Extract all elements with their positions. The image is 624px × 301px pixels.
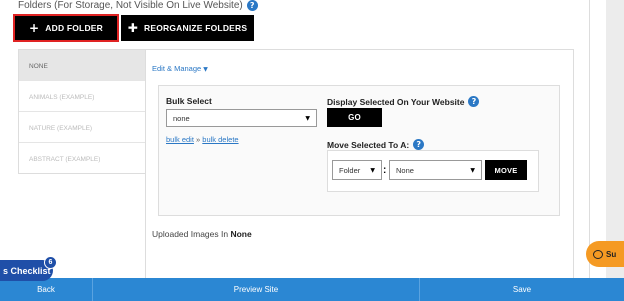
edit-manage-label: Edit & Manage — [152, 64, 202, 73]
caret-down-icon: ▼ — [370, 166, 375, 174]
move-target-value: None — [396, 165, 414, 175]
help-icon[interactable]: ? — [468, 96, 480, 107]
plus-icon: ✚ — [127, 21, 138, 35]
uploaded-images-heading: Uploaded Images In None — [152, 229, 252, 239]
preview-site-button[interactable]: Preview Site — [93, 278, 420, 301]
plus-icon: + — [29, 21, 40, 35]
reorganize-folders-label: REORGANIZE FOLDERS — [144, 23, 248, 33]
move-type-select[interactable]: Folder ▼ — [332, 160, 382, 180]
right-side-panel — [606, 0, 624, 278]
help-icon[interactable]: ? — [246, 0, 258, 11]
footer-bar: Back Preview Site Save — [0, 278, 624, 301]
display-selected-label: Display Selected On Your Website — [327, 96, 465, 107]
folder-item-nature[interactable]: NATURE (EXAMPLE) — [19, 112, 145, 143]
support-chat-button[interactable]: Su — [586, 241, 624, 267]
caret-down-icon: ▼ — [470, 166, 475, 174]
colon-separator: : — [383, 165, 387, 176]
save-button[interactable]: Save — [420, 278, 624, 301]
caret-down-icon: ▼ — [305, 114, 310, 122]
add-folder-label: ADD FOLDER — [45, 23, 103, 33]
add-folder-button[interactable]: + ADD FOLDER — [13, 14, 119, 42]
bulk-links: bulk edit » bulk delete — [166, 135, 239, 144]
support-label: Su — [606, 249, 617, 259]
display-selected-heading: Display Selected On Your Website ? — [327, 96, 480, 107]
help-icon[interactable]: ? — [413, 139, 425, 150]
bulk-link-separator: » — [196, 135, 201, 144]
move-button[interactable]: MOVE — [485, 160, 527, 180]
uploaded-prefix: Uploaded Images In — [152, 229, 229, 239]
folder-item-animals[interactable]: ANIMALS (EXAMPLE) — [19, 81, 145, 112]
bulk-edit-link[interactable]: bulk edit — [166, 135, 194, 144]
go-button[interactable]: GO — [327, 108, 382, 127]
reorganize-folders-button[interactable]: ✚ REORGANIZE FOLDERS — [121, 15, 254, 41]
bulk-select-dropdown[interactable]: none ▼ — [166, 109, 317, 127]
move-target-select[interactable]: None ▼ — [389, 160, 482, 180]
page-title: Folders (For Storage, Not Visible On Liv… — [18, 0, 258, 11]
bulk-delete-link[interactable]: bulk delete — [202, 135, 238, 144]
checklist-label: s Checklist — [3, 265, 51, 276]
edit-manage-dropdown[interactable]: Edit & Manage ▼ — [152, 64, 208, 73]
move-type-value: Folder — [339, 165, 361, 175]
checklist-count-badge: 6 — [44, 256, 57, 269]
back-button[interactable]: Back — [0, 278, 93, 301]
panel-divider — [589, 0, 590, 278]
folder-item-abstract[interactable]: ABSTRACT (EXAMPLE) — [19, 143, 145, 174]
move-selected-heading: Move Selected To A: ? — [327, 139, 425, 150]
bulk-select-label: Bulk Select — [166, 96, 212, 106]
move-selected-label: Move Selected To A: — [327, 139, 410, 150]
caret-down-icon: ▼ — [203, 66, 208, 73]
folder-item-none[interactable]: NONE — [19, 50, 145, 81]
uploaded-folder-name: None — [230, 229, 252, 239]
bulk-select-value: none — [173, 113, 190, 123]
page-title-text: Folders (For Storage, Not Visible On Liv… — [18, 0, 243, 11]
chat-bubble-icon — [593, 249, 603, 259]
